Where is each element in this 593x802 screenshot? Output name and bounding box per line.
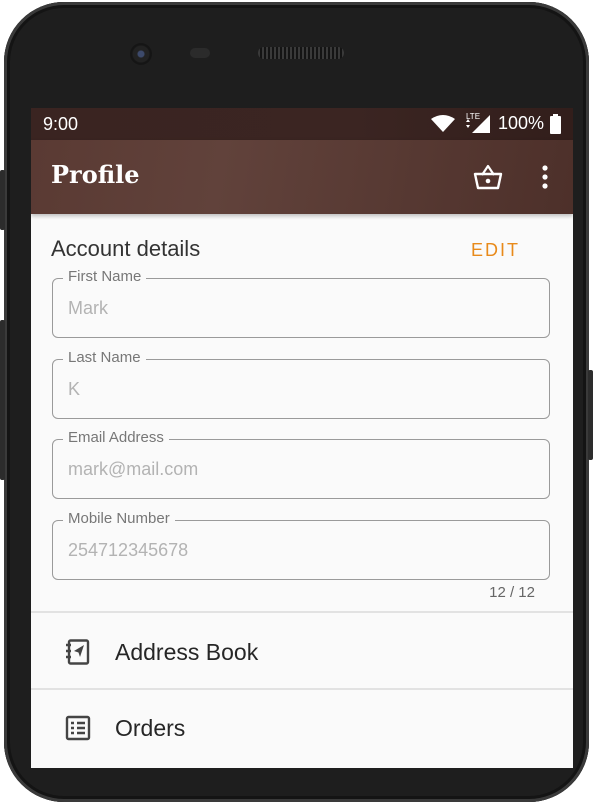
first-name-label: First Name (63, 268, 147, 285)
volume-button (0, 170, 5, 230)
cell-signal-icon: LTE (462, 112, 492, 134)
list-item-address-book[interactable]: Address Book (31, 614, 573, 688)
status-bar: 9:00 LTE 100% (31, 108, 573, 140)
wifi-icon (430, 114, 455, 132)
section-title: Account details (51, 236, 201, 261)
email-field[interactable]: Email Address mark@mail.com (52, 429, 550, 499)
orders-label: Orders (115, 715, 186, 741)
earpiece-speaker (258, 47, 344, 59)
address-book-label: Address Book (115, 639, 259, 665)
front-camera (130, 43, 152, 65)
battery-icon (550, 113, 561, 134)
page-title: Profile (51, 160, 140, 189)
mobile-number-value: 254712345678 (68, 540, 189, 560)
proximity-sensor (190, 48, 210, 58)
mobile-number-field[interactable]: Mobile Number 254712345678 (52, 510, 550, 580)
battery-percent: 100% (497, 113, 544, 133)
email-label: Email Address (63, 429, 169, 446)
phone-frame: 9:00 LTE 100% Profile Account details ED… (0, 2, 593, 802)
more-vert-icon[interactable] (535, 162, 555, 192)
volume-rocker (0, 320, 5, 480)
status-icons: LTE 100% (430, 112, 561, 134)
power-button (588, 370, 593, 460)
email-value: mark@mail.com (68, 459, 199, 479)
list-item-orders[interactable]: Orders (31, 690, 573, 764)
edit-button[interactable]: EDIT (471, 240, 520, 261)
last-name-value: K (68, 379, 81, 399)
last-name-label: Last Name (63, 349, 146, 366)
status-time: 9:00 (43, 114, 79, 134)
app-bar: Profile (31, 140, 573, 214)
divider (31, 611, 573, 613)
screen: 9:00 LTE 100% Profile Account details ED… (31, 108, 573, 768)
orders-list-icon (65, 715, 91, 741)
mobile-number-label: Mobile Number (63, 510, 175, 527)
mobile-char-counter: 12 / 12 (489, 584, 535, 601)
first-name-value: Mark (68, 298, 108, 318)
address-book-icon (66, 639, 90, 665)
last-name-field[interactable]: Last Name K (52, 349, 550, 419)
basket-icon[interactable] (473, 162, 503, 192)
first-name-field[interactable]: First Name Mark (52, 268, 550, 338)
